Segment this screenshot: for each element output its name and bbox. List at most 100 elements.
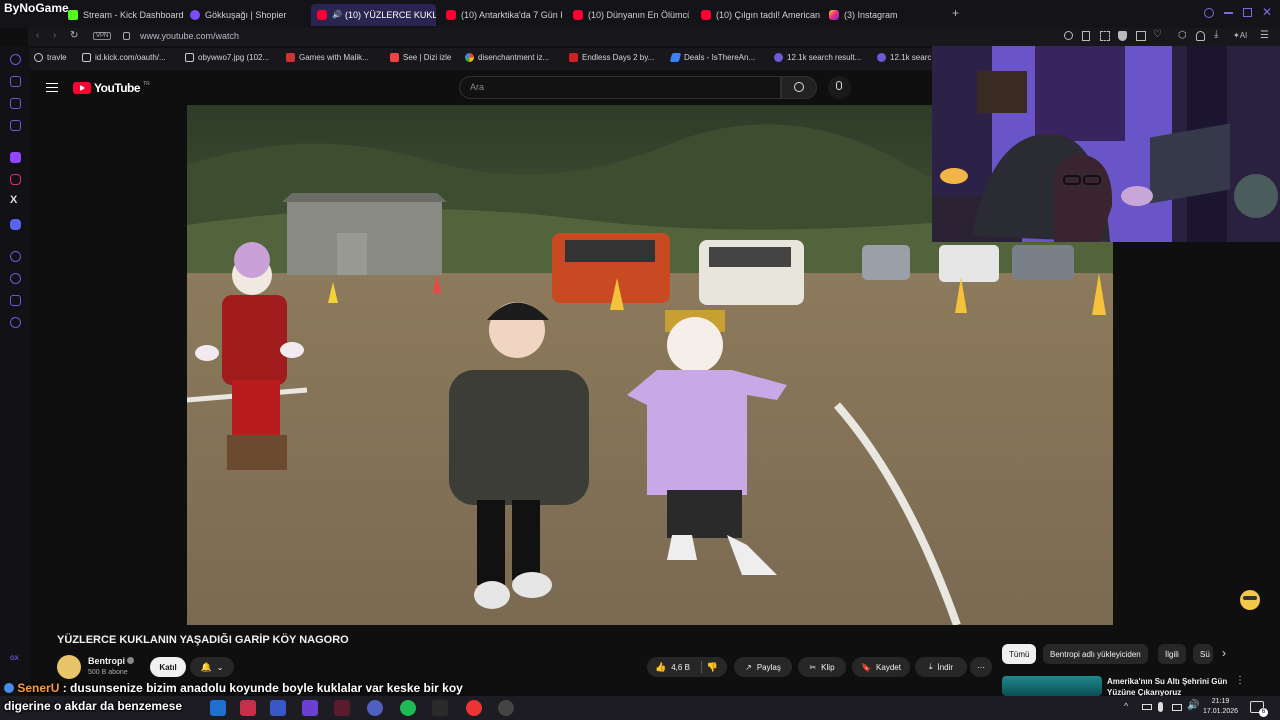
recommended-menu-icon[interactable]: ⋮ — [1235, 675, 1245, 686]
extensions-sidebar-icon[interactable] — [10, 295, 21, 306]
discord-icon[interactable] — [10, 219, 21, 230]
zoom-icon[interactable] — [1064, 31, 1073, 40]
bookmark-item[interactable]: Games with Malik... — [286, 53, 369, 62]
history-icon[interactable] — [10, 273, 21, 284]
shopping-icon[interactable] — [10, 76, 21, 87]
shield-icon[interactable] — [1118, 31, 1127, 41]
notification-center-icon[interactable]: 6 — [1250, 701, 1268, 717]
tab-youtube-cilgin[interactable]: (10) Çılgın tadıl! American — [695, 4, 820, 26]
tab-youtube-dunyanin[interactable]: (10) Dünyanın En Ölümcü — [567, 4, 689, 26]
recommended-thumbnail[interactable] — [1002, 676, 1102, 696]
share-button[interactable]: ↗ Paylaş — [734, 657, 792, 677]
channel-name[interactable]: Bentropi — [88, 656, 125, 666]
vpn-badge[interactable]: VPN — [93, 32, 112, 40]
channel-avatar[interactable] — [57, 655, 81, 679]
lock-icon[interactable] — [123, 32, 130, 40]
bookmark-item[interactable]: Endless Days 2 by... — [569, 53, 654, 62]
youtube-logo[interactable]: YouTube TR — [73, 81, 150, 95]
microphone-tray-icon[interactable] — [1158, 702, 1163, 712]
tab-instagram[interactable]: (3) Instagram — [823, 4, 943, 26]
app-icon[interactable] — [240, 700, 256, 716]
search-tabs-icon[interactable] — [1204, 8, 1214, 18]
network-icon[interactable] — [1172, 704, 1182, 711]
download-button[interactable]: ⤓ İndir — [915, 657, 967, 677]
notifications-button[interactable]: 🔔 ⌄ — [190, 657, 234, 677]
twitch-icon[interactable] — [10, 152, 21, 163]
chip-more[interactable]: Sü — [1193, 644, 1213, 664]
chip-all[interactable]: Tümü — [1002, 644, 1037, 664]
bookmark-item[interactable]: obywwo7.jpg (102... — [185, 53, 269, 62]
bookmark-item[interactable]: Deals - IsThereAn... — [669, 53, 755, 62]
vpn-sidebar-icon[interactable] — [10, 98, 21, 109]
kick-icon — [68, 10, 78, 20]
menu-icon[interactable]: ☰ — [1260, 30, 1269, 41]
shopier-icon — [190, 10, 200, 20]
settings-icon[interactable] — [10, 317, 21, 328]
chevron-right-icon[interactable]: › — [1222, 646, 1226, 660]
opera-gx-icon[interactable] — [334, 700, 350, 716]
bookmark-item[interactable]: id.kick.com/oauth/... — [82, 53, 166, 62]
forward-icon[interactable]: › — [53, 30, 56, 41]
x-icon[interactable]: X — [10, 194, 17, 206]
chip-related[interactable]: İlgili — [1158, 644, 1186, 664]
speed-dial-icon[interactable] — [10, 54, 21, 65]
profile-icon[interactable] — [1196, 31, 1205, 41]
bookmark-item[interactable]: travle — [34, 53, 67, 62]
join-button[interactable]: Katıl — [150, 657, 186, 677]
bookmark-page-icon[interactable] — [1082, 31, 1090, 41]
recommended-title[interactable]: Amerika'nın Su Altı Şehrini Gün Yüzüne Ç… — [1107, 676, 1232, 696]
more-actions-button[interactable]: ⋯ — [970, 657, 992, 677]
tab-shopier[interactable]: Gökkuşağı | Shopier — [184, 4, 308, 26]
taskbar-clock[interactable]: 21:19 17.01.2026 — [1203, 697, 1238, 717]
save-button[interactable]: 🔖 Kaydet — [852, 657, 910, 677]
tab-active-youtube[interactable]: 🔊 (10) YÜZLERCE KUKLA — [311, 4, 436, 26]
ai-icon[interactable]: ✦AI — [1233, 31, 1247, 40]
extensions-icon[interactable]: ⬡ — [1178, 30, 1187, 41]
bookmark-item[interactable]: disenchantment iz... — [465, 53, 549, 62]
screenshot-icon[interactable] — [1100, 31, 1110, 41]
url-field[interactable]: www.youtube.com/watch — [140, 31, 239, 41]
youtube-header: YouTube TR Ara — [30, 70, 932, 106]
hamburger-icon[interactable] — [46, 80, 58, 95]
chip-uploader[interactable]: Bentropi adlı yükleyiciden — [1043, 644, 1148, 664]
app-icon[interactable] — [466, 700, 482, 716]
app-icon[interactable] — [270, 700, 286, 716]
reload-icon[interactable]: ↻ — [70, 30, 78, 41]
bookmark-item[interactable]: See | Dizi izle — [390, 53, 451, 62]
bookmark-item[interactable]: 12.1k searc — [877, 53, 931, 62]
search-input[interactable]: Ara — [459, 76, 781, 99]
clip-button[interactable]: ✂ Klip — [798, 657, 846, 677]
maximize-icon[interactable] — [1243, 8, 1252, 17]
streamer-webcam — [932, 46, 1280, 242]
new-tab-button[interactable]: + — [952, 6, 959, 20]
tray-app-icon[interactable] — [1142, 704, 1152, 710]
spotify-icon[interactable] — [400, 700, 416, 716]
bookmark-item[interactable]: 12.1k search result... — [774, 53, 861, 62]
volume-icon[interactable]: 🔊 — [1187, 700, 1199, 711]
minimize-icon[interactable] — [1224, 12, 1233, 14]
messenger-icon[interactable] — [10, 120, 21, 131]
tab-kick-dashboard[interactable]: Stream - Kick Dashboard — [62, 4, 184, 26]
app-icon[interactable] — [498, 700, 514, 716]
instagram-sidebar-icon[interactable] — [10, 174, 21, 185]
search-button[interactable] — [781, 76, 817, 99]
cast-icon[interactable] — [1136, 31, 1146, 41]
mail-app-icon[interactable] — [210, 700, 226, 716]
gx-icon[interactable]: GX — [10, 656, 19, 662]
player-icon[interactable] — [10, 251, 21, 262]
tab-youtube-antarktika[interactable]: (10) Antarktika'da 7 Gün H — [440, 4, 562, 26]
tray-chevron-icon[interactable]: ^ — [1124, 701, 1128, 711]
discord-taskbar-icon[interactable] — [367, 700, 383, 716]
download-arrow-icon: ⤓ — [928, 662, 933, 671]
close-icon[interactable]: ✕ — [1262, 5, 1272, 19]
app-icon[interactable] — [302, 700, 318, 716]
epic-games-icon[interactable] — [432, 700, 448, 716]
page-icon — [82, 53, 91, 62]
back-icon[interactable]: ‹ — [36, 30, 39, 41]
download-icon[interactable]: ⤓ — [1214, 29, 1218, 40]
heart-icon[interactable]: ♡ — [1153, 29, 1162, 40]
chat-text: : dusunsenize bizim anadolu koyunde boyl… — [62, 681, 463, 695]
like-button[interactable]: 👍 4,6 B 👎 — [647, 657, 727, 677]
voice-search-button[interactable] — [828, 76, 851, 99]
games-icon — [286, 53, 295, 62]
